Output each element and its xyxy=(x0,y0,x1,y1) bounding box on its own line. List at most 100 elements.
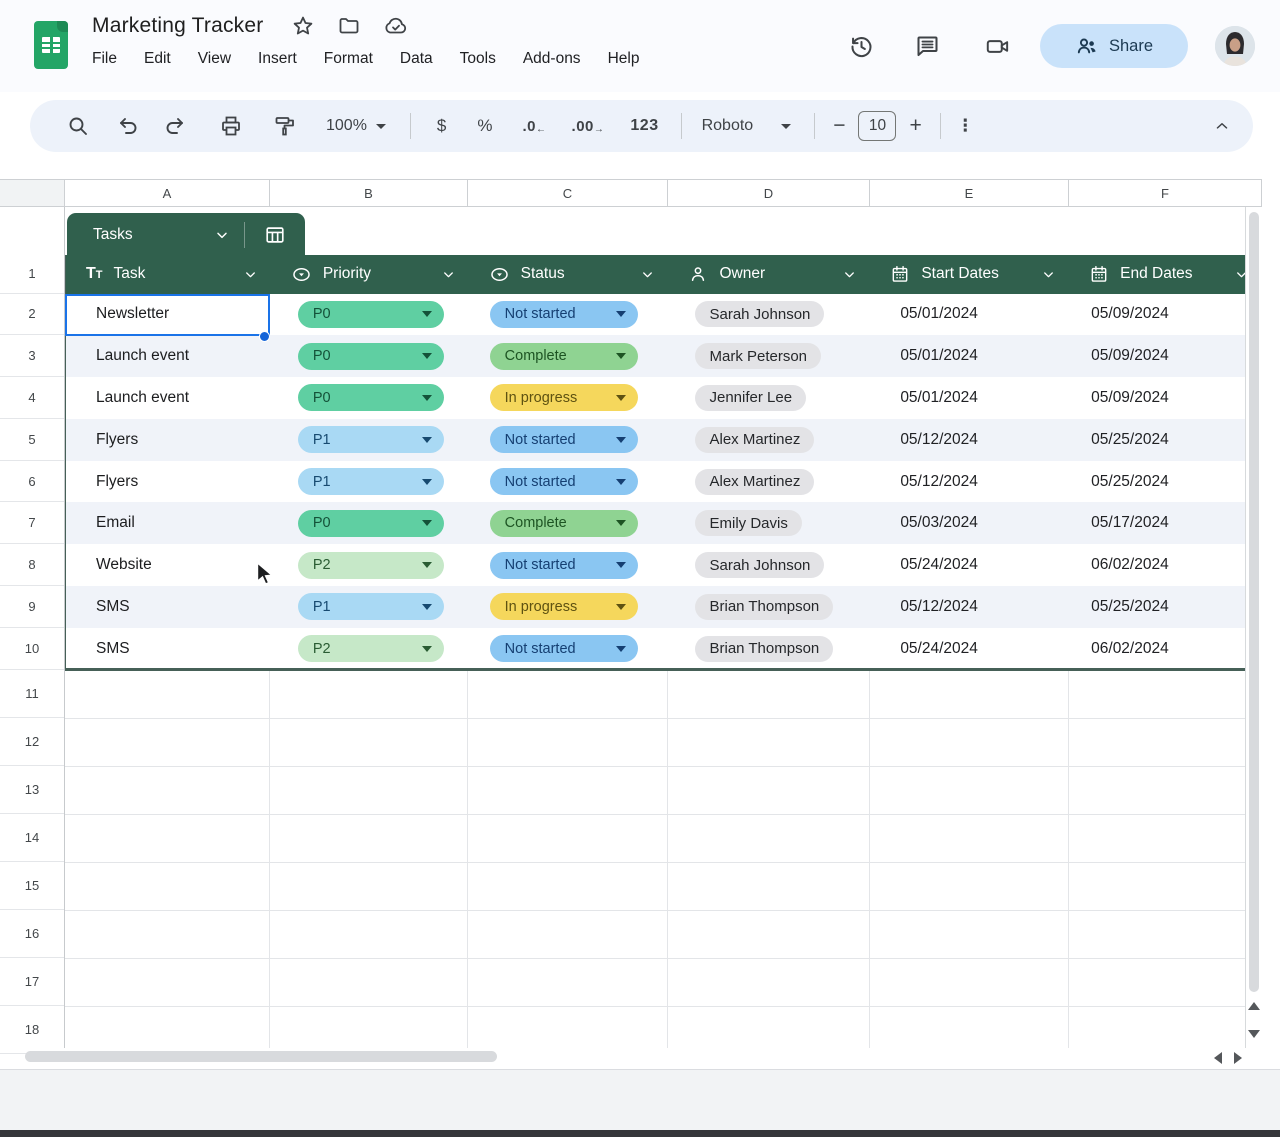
priority-chip[interactable]: P0 xyxy=(297,342,444,370)
grid-cell[interactable] xyxy=(668,814,870,863)
row-number-2[interactable]: 2 xyxy=(0,294,64,336)
grid-cell[interactable] xyxy=(1069,766,1262,815)
cloud-saved-icon[interactable] xyxy=(383,14,409,38)
start-date-cell[interactable]: 05/24/2024 xyxy=(870,544,1069,586)
menu-item-format[interactable]: Format xyxy=(324,50,373,68)
end-date-cell[interactable]: 05/09/2024 xyxy=(1069,335,1262,377)
undo-icon[interactable] xyxy=(117,114,141,138)
owner-cell[interactable]: Emily Davis xyxy=(668,502,870,544)
font-size-input[interactable]: 10 xyxy=(858,111,897,141)
priority-chip[interactable]: P0 xyxy=(297,300,444,328)
grid-cell[interactable] xyxy=(468,862,668,911)
priority-chip[interactable]: P2 xyxy=(297,635,444,663)
end-date-cell[interactable]: 05/25/2024 xyxy=(1069,586,1262,628)
header-cell-priority[interactable]: Priority xyxy=(271,255,469,294)
row-number-5[interactable]: 5 xyxy=(0,419,64,461)
document-title[interactable]: Marketing Tracker xyxy=(92,14,263,38)
task-cell[interactable]: Website xyxy=(66,544,271,586)
end-date-cell[interactable]: 06/02/2024 xyxy=(1069,628,1262,670)
priority-chip[interactable]: P1 xyxy=(297,426,444,454)
grid-cell[interactable] xyxy=(1069,862,1262,911)
owner-cell[interactable]: Jennifer Lee xyxy=(668,377,870,419)
task-cell[interactable]: Launch event xyxy=(66,335,271,377)
start-date-cell[interactable]: 05/03/2024 xyxy=(870,502,1069,544)
header-cell-task[interactable]: TT Task xyxy=(66,255,271,294)
owner-chip[interactable]: Alex Martinez xyxy=(695,468,815,495)
more-options-icon[interactable]: ⋮ xyxy=(957,116,975,136)
grid-cell[interactable] xyxy=(468,958,668,1007)
sheets-logo-icon[interactable] xyxy=(34,21,68,69)
scroll-right-icon[interactable] xyxy=(1234,1052,1242,1064)
owner-chip[interactable]: Jennifer Lee xyxy=(695,384,807,411)
share-button[interactable]: Share xyxy=(1040,24,1188,68)
header-cell-owner[interactable]: Owner xyxy=(668,255,870,294)
search-icon[interactable] xyxy=(66,114,90,138)
priority-chip[interactable]: P1 xyxy=(297,593,444,621)
increase-decimal-icon[interactable]: .00 → xyxy=(572,118,605,135)
status-chip[interactable]: Not started xyxy=(489,426,638,454)
version-history-icon[interactable] xyxy=(848,33,875,60)
start-date-cell[interactable]: 05/01/2024 xyxy=(870,335,1069,377)
move-folder-icon[interactable] xyxy=(337,14,361,38)
scroll-down-icon[interactable] xyxy=(1247,1030,1261,1040)
grid-cell[interactable] xyxy=(668,718,870,767)
grid-cell[interactable] xyxy=(468,670,668,719)
header-cell-start-dates[interactable]: Start Dates xyxy=(870,255,1069,294)
paint-format-icon[interactable] xyxy=(273,114,297,138)
start-date-cell[interactable]: 05/12/2024 xyxy=(870,419,1069,461)
owner-chip[interactable]: Brian Thompson xyxy=(695,593,834,620)
start-date-cell[interactable]: 05/12/2024 xyxy=(870,461,1069,503)
owner-chip[interactable]: Sarah Johnson xyxy=(695,301,825,328)
priority-cell[interactable]: P2 xyxy=(271,628,469,670)
grid-cell[interactable] xyxy=(65,766,270,815)
menu-item-add-ons[interactable]: Add-ons xyxy=(523,50,581,68)
task-cell[interactable]: Flyers xyxy=(66,419,271,461)
row-number-7[interactable]: 7 xyxy=(0,502,64,545)
priority-chip[interactable]: P2 xyxy=(297,551,444,579)
owner-cell[interactable]: Sarah Johnson xyxy=(668,544,870,586)
end-date-cell[interactable]: 05/17/2024 xyxy=(1069,502,1262,544)
column-letter-F[interactable]: F xyxy=(1069,180,1262,206)
priority-cell[interactable]: P0 xyxy=(271,294,469,336)
status-chip[interactable]: Complete xyxy=(489,509,638,537)
column-letter-B[interactable]: B xyxy=(270,180,468,206)
task-cell[interactable]: Newsletter xyxy=(66,294,271,336)
header-cell-end-dates[interactable]: End Dates xyxy=(1069,255,1262,294)
status-cell[interactable]: In progress xyxy=(469,377,669,419)
owner-chip[interactable]: Alex Martinez xyxy=(695,426,815,453)
grid-cell[interactable] xyxy=(1069,814,1262,863)
task-cell[interactable]: Email xyxy=(66,502,271,544)
grid-cell[interactable] xyxy=(270,958,468,1007)
scroll-up-icon[interactable] xyxy=(1247,1002,1261,1012)
status-chip[interactable]: In progress xyxy=(489,593,638,621)
end-date-cell[interactable]: 05/25/2024 xyxy=(1069,461,1262,503)
grid-cell[interactable] xyxy=(270,766,468,815)
vertical-scrollbar-thumb[interactable] xyxy=(1248,212,1259,992)
status-cell[interactable]: Not started xyxy=(469,628,669,670)
collapse-toolbar-icon[interactable] xyxy=(1213,117,1231,135)
grid-cell[interactable] xyxy=(468,718,668,767)
menu-item-data[interactable]: Data xyxy=(400,50,433,68)
grid-cell[interactable] xyxy=(468,1006,668,1048)
row-number-9[interactable]: 9 xyxy=(0,586,64,628)
row-number-3[interactable]: 3 xyxy=(0,335,64,378)
column-letter-E[interactable]: E xyxy=(870,180,1069,206)
row-number-4[interactable]: 4 xyxy=(0,377,64,419)
priority-chip[interactable]: P1 xyxy=(297,468,444,496)
grid-cell[interactable] xyxy=(65,958,270,1007)
row-number-10[interactable]: 10 xyxy=(0,628,64,670)
grid-cell[interactable] xyxy=(870,670,1069,719)
priority-cell[interactable]: P0 xyxy=(271,335,469,377)
end-date-cell[interactable]: 05/25/2024 xyxy=(1069,419,1262,461)
status-cell[interactable]: Not started xyxy=(469,461,669,503)
grid-cell[interactable] xyxy=(668,670,870,719)
column-letter-C[interactable]: C xyxy=(468,180,668,206)
status-chip[interactable]: Not started xyxy=(489,635,638,663)
chevron-down-icon[interactable] xyxy=(243,267,258,282)
task-cell[interactable]: Launch event xyxy=(66,377,271,419)
menu-item-tools[interactable]: Tools xyxy=(460,50,496,68)
row-number-17[interactable]: 17 xyxy=(0,958,64,1006)
grid-cell[interactable] xyxy=(270,1006,468,1048)
status-cell[interactable]: Not started xyxy=(469,419,669,461)
grid-cell[interactable] xyxy=(870,814,1069,863)
